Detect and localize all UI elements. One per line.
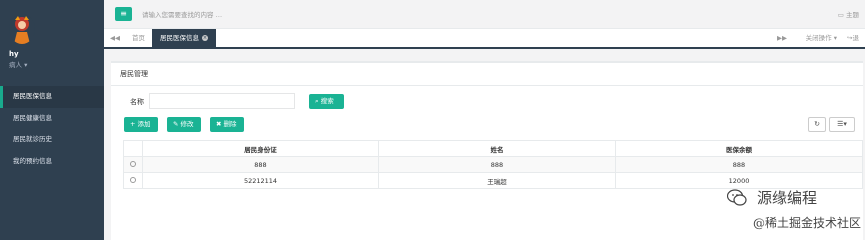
tab-next-button[interactable]: ▶▶	[771, 29, 793, 47]
row-select[interactable]	[123, 156, 143, 173]
edit-icon: ✎	[173, 120, 181, 128]
divider	[111, 85, 863, 86]
search-button[interactable]: ⌕ 搜索	[309, 94, 344, 109]
tab-bar: ◀◀ 首页 居民医保信息 × ▶▶ 关闭操作 ▾ ↪退	[104, 29, 865, 49]
card-title: 居民管理	[120, 70, 148, 78]
add-button[interactable]: + 添加	[124, 117, 158, 132]
avatar[interactable]	[9, 14, 35, 44]
refresh-tab-label: 退	[852, 34, 860, 42]
user-role-dropdown[interactable]: 病人 ▾	[9, 59, 27, 69]
add-button-label: 添加	[137, 120, 151, 128]
user-profile: hy 病人 ▾	[0, 0, 104, 80]
close-operations-dropdown[interactable]: 关闭操作 ▾	[800, 29, 843, 47]
columns-button[interactable]: ☰▾	[829, 117, 855, 132]
table-header-row: 居民身份证 姓名 医保余额	[123, 140, 863, 157]
topbar: ≡ 请输入您需要查找的内容 … ▭ 主题	[104, 0, 865, 29]
resident-table: 居民身份证 姓名 医保余额 888 888 888 52212114 王瑞超 1…	[123, 140, 863, 189]
refresh-tab-button[interactable]: ↪退	[841, 29, 865, 47]
delete-button-label: 删除	[223, 120, 237, 128]
select-column-header	[123, 140, 143, 157]
column-header-balance[interactable]: 医保余额	[615, 140, 863, 157]
hamburger-icon: ≡	[120, 9, 127, 18]
refresh-button[interactable]: ↻	[808, 117, 826, 132]
edit-button[interactable]: ✎ 修改	[167, 117, 201, 132]
watermark-subtitle: @稀土掘金技术社区	[752, 216, 861, 230]
tab-label: 居民医保信息	[160, 34, 199, 42]
cell-name: 王瑞超	[378, 172, 616, 189]
name-search-input[interactable]	[149, 93, 295, 109]
sidebar: hy 病人 ▾ 居民医保信息 居民健康信息 居民就诊历史 我的预约信息	[0, 0, 104, 240]
cell-id: 888	[142, 156, 379, 173]
list-icon: ☰▾	[837, 120, 847, 128]
x-icon: ✖	[216, 120, 224, 128]
sidebar-item-health-info[interactable]: 居民健康信息	[0, 108, 104, 130]
cell-balance: 888	[615, 156, 863, 173]
watermark-brand: 源缘编程	[756, 189, 817, 207]
close-icon[interactable]: ×	[202, 35, 208, 41]
theme-label: 主题	[846, 11, 859, 19]
wechat-logo-icon	[727, 189, 747, 206]
user-name: hy	[9, 50, 19, 58]
menu-toggle-button[interactable]: ≡	[115, 7, 132, 21]
cell-balance: 12000	[615, 172, 863, 189]
search-button-label: 搜索	[320, 97, 334, 105]
palette-icon: ▭	[837, 11, 846, 19]
theme-button[interactable]: ▭ 主题	[838, 9, 859, 19]
sidebar-menu: 居民医保信息 居民健康信息 居民就诊历史 我的预约信息	[0, 86, 104, 172]
table-row[interactable]: 888 888 888	[123, 156, 863, 173]
tab-prev-button[interactable]: ◀◀	[104, 29, 126, 47]
delete-button[interactable]: ✖ 删除	[210, 117, 244, 132]
cell-name: 888	[378, 156, 616, 173]
name-label: 名称	[130, 98, 144, 106]
radio-button[interactable]	[130, 176, 136, 183]
tab-home[interactable]: 首页	[124, 29, 153, 47]
refresh-icon: ↻	[814, 120, 820, 128]
cell-id: 52212114	[142, 172, 379, 189]
edit-button-label: 修改	[180, 120, 194, 128]
tab-medical-insurance[interactable]: 居民医保信息 ×	[152, 29, 216, 47]
sidebar-item-appointments[interactable]: 我的预约信息	[0, 151, 104, 173]
table-row[interactable]: 52212114 王瑞超 12000	[123, 172, 863, 189]
column-header-name[interactable]: 姓名	[378, 140, 616, 157]
plus-icon: +	[130, 120, 138, 128]
sidebar-item-medical-insurance[interactable]: 居民医保信息	[0, 86, 104, 108]
row-select[interactable]	[123, 172, 143, 189]
sidebar-item-visit-history[interactable]: 居民就诊历史	[0, 129, 104, 151]
column-header-id[interactable]: 居民身份证	[142, 140, 379, 157]
content-card: 居民管理 名称 ⌕ 搜索 + 添加 ✎ 修改 ✖ 删除 ↻ ☰▾ 居民身份证 姓…	[111, 61, 863, 240]
radio-button[interactable]	[130, 160, 136, 167]
global-search-input[interactable]: 请输入您需要查找的内容 …	[142, 9, 222, 19]
